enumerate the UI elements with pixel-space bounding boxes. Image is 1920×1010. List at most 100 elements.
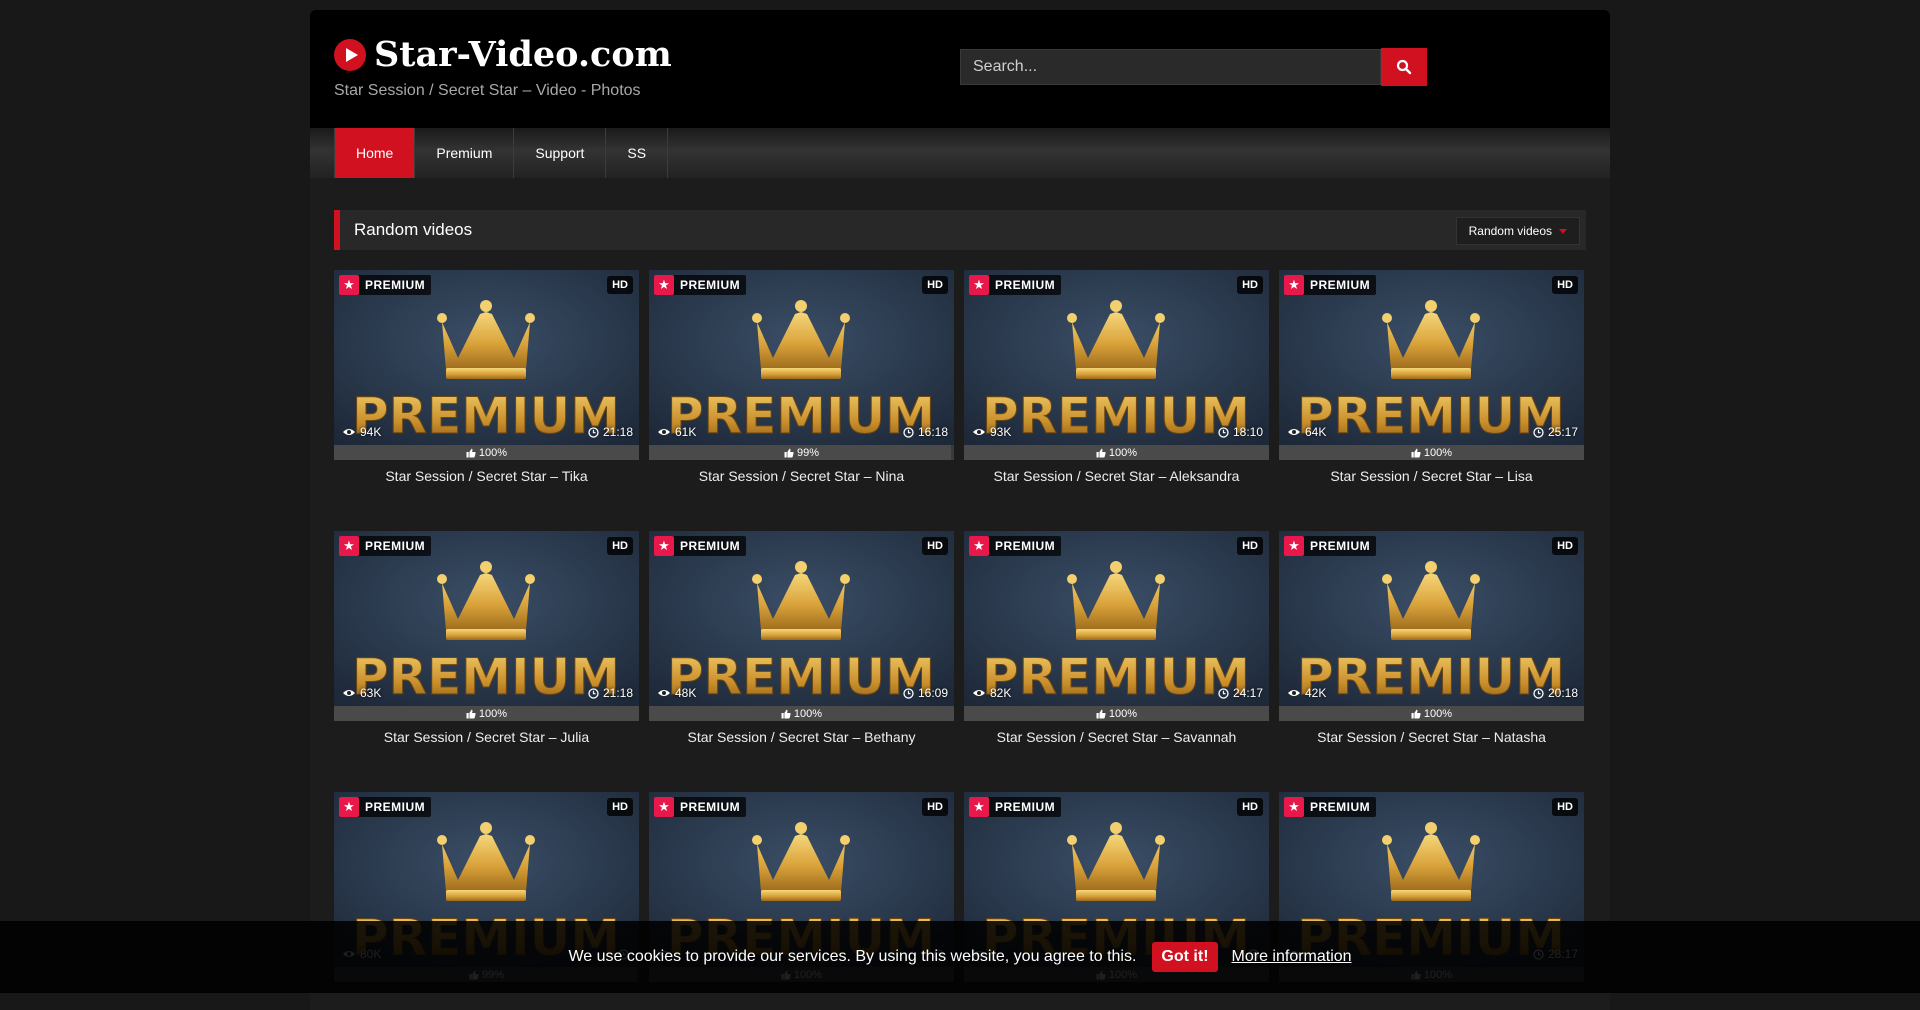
star-icon: ★ [1284, 536, 1304, 556]
video-thumbnail[interactable]: PREMIUM ★ PREMIUM HD 93K 18:10 [964, 270, 1269, 445]
star-icon: ★ [339, 536, 359, 556]
premium-badge: ★ PREMIUM [339, 797, 432, 817]
video-title[interactable]: Star Session / Secret Star – Tika [334, 468, 639, 484]
clock-icon [588, 687, 599, 699]
video-title[interactable]: Star Session / Secret Star – Savannah [964, 729, 1269, 745]
video-duration: 21:18 [588, 424, 633, 440]
thumbnail-text: PREMIUM [1297, 648, 1565, 706]
header: Star-Video.com Star Session / Secret Sta… [310, 10, 1610, 128]
video-card[interactable]: PREMIUM ★ PREMIUM HD 64K 25:17 100% Star… [1279, 270, 1584, 484]
thumbnail-image: PREMIUM [649, 531, 954, 706]
premium-label: PREMIUM [1310, 800, 1371, 814]
video-thumbnail[interactable]: PREMIUM ★ PREMIUM HD 48K 16:09 [649, 531, 954, 706]
view-count-value: 42K [1305, 686, 1327, 700]
rating: 100% [1096, 447, 1137, 459]
filter-dropdown[interactable]: Random videos [1455, 217, 1580, 245]
rating: 100% [781, 708, 822, 720]
video-card[interactable]: PREMIUM ★ PREMIUM HD 42K 20:18 100% Star… [1279, 531, 1584, 745]
view-count: 63K [342, 685, 381, 701]
site-logo[interactable]: Star-Video.com [334, 34, 672, 75]
hd-badge: HD [607, 537, 633, 555]
video-thumbnail[interactable]: PREMIUM ★ PREMIUM HD 94K 21:18 [334, 270, 639, 445]
cookie-more-info-link[interactable]: More information [1232, 948, 1352, 966]
video-title[interactable]: Star Session / Secret Star – Nina [649, 468, 954, 484]
play-circle-icon [334, 38, 366, 71]
premium-label: PREMIUM [1310, 539, 1371, 553]
video-title[interactable]: Star Session / Secret Star – Natasha [1279, 729, 1584, 745]
video-card[interactable]: PREMIUM ★ PREMIUM HD 82K 24:17 100% Star… [964, 531, 1269, 745]
hd-badge: HD [922, 537, 948, 555]
video-thumbnail[interactable]: PREMIUM ★ PREMIUM HD 63K 21:18 [334, 531, 639, 706]
rating: 99% [784, 447, 819, 459]
thumbnail-text: PREMIUM [352, 387, 620, 445]
eye-icon [1288, 690, 1300, 696]
hd-badge: HD [1552, 798, 1578, 816]
nav-item-premium[interactable]: Premium [415, 128, 515, 178]
rating-value: 100% [1423, 707, 1453, 720]
video-thumbnail[interactable]: PREMIUM ★ PREMIUM HD 42K 20:18 [1279, 531, 1584, 706]
premium-badge: ★ PREMIUM [654, 536, 747, 556]
star-icon: ★ [969, 797, 989, 817]
video-title[interactable]: Star Session / Secret Star – Bethany [649, 729, 954, 745]
nav-item-ss[interactable]: SS [606, 128, 669, 178]
view-count: 82K [972, 685, 1011, 701]
nav-item-home[interactable]: Home [335, 128, 416, 178]
duration-value: 18:10 [1232, 425, 1263, 439]
clock-icon [1533, 426, 1544, 438]
caret-down-icon [1559, 228, 1567, 234]
premium-badge: ★ PREMIUM [339, 275, 432, 295]
premium-badge: ★ PREMIUM [339, 536, 432, 556]
premium-badge: ★ PREMIUM [969, 797, 1062, 817]
video-card[interactable]: PREMIUM ★ PREMIUM HD 93K 18:10 100% Star… [964, 270, 1269, 484]
search-input[interactable] [960, 49, 1381, 85]
premium-badge: ★ PREMIUM [1284, 536, 1377, 556]
video-title[interactable]: Star Session / Secret Star – Aleksandra [964, 468, 1269, 484]
rating-bar: 100% [334, 706, 639, 721]
star-icon: ★ [654, 275, 674, 295]
video-thumbnail[interactable]: PREMIUM ★ PREMIUM HD 61K 16:18 [649, 270, 954, 445]
premium-label: PREMIUM [365, 278, 426, 292]
video-card[interactable]: PREMIUM ★ PREMIUM HD 63K 21:18 100% Star… [334, 531, 639, 745]
thumbnail-image: PREMIUM [964, 270, 1269, 445]
thumbnail-image: PREMIUM [649, 270, 954, 445]
video-thumbnail[interactable]: PREMIUM ★ PREMIUM HD 82K 24:17 [964, 531, 1269, 706]
premium-label: PREMIUM [680, 800, 741, 814]
hd-badge: HD [1237, 798, 1263, 816]
hd-badge: HD [922, 276, 948, 294]
thumbs-up-icon [1096, 709, 1106, 718]
thumbs-up-icon [781, 709, 791, 718]
star-icon: ★ [969, 536, 989, 556]
premium-label: PREMIUM [365, 539, 426, 553]
premium-label: PREMIUM [680, 539, 741, 553]
video-duration: 16:09 [903, 685, 948, 701]
video-title[interactable]: Star Session / Secret Star – Julia [334, 729, 639, 745]
thumbnail-text: PREMIUM [352, 648, 620, 706]
video-duration: 25:17 [1533, 424, 1578, 440]
video-title[interactable]: Star Session / Secret Star – Lisa [1279, 468, 1584, 484]
premium-label: PREMIUM [995, 278, 1056, 292]
duration-value: 21:18 [602, 686, 633, 700]
view-count: 94K [342, 424, 381, 440]
nav-item-support[interactable]: Support [514, 128, 607, 178]
video-card[interactable]: PREMIUM ★ PREMIUM HD 61K 16:18 99% Star … [649, 270, 954, 484]
clock-icon [903, 426, 914, 438]
clock-icon [903, 687, 914, 699]
duration-value: 24:17 [1232, 686, 1263, 700]
rating: 100% [466, 708, 507, 720]
view-count-value: 94K [360, 425, 382, 439]
cookie-accept-button[interactable]: Got it! [1152, 942, 1218, 972]
premium-badge: ★ PREMIUM [1284, 275, 1377, 295]
eye-icon [973, 690, 985, 696]
video-thumbnail[interactable]: PREMIUM ★ PREMIUM HD 64K 25:17 [1279, 270, 1584, 445]
video-card[interactable]: PREMIUM ★ PREMIUM HD 94K 21:18 100% Star… [334, 270, 639, 484]
video-card[interactable]: PREMIUM ★ PREMIUM HD 48K 16:09 100% Star… [649, 531, 954, 745]
thumbnail-image: PREMIUM [334, 531, 639, 706]
hd-badge: HD [1552, 276, 1578, 294]
view-count-value: 64K [1305, 425, 1327, 439]
clock-icon [1533, 687, 1544, 699]
search-button[interactable] [1381, 48, 1427, 86]
view-count: 42K [1287, 685, 1326, 701]
rating-bar: 100% [649, 706, 954, 721]
hd-badge: HD [607, 276, 633, 294]
view-count-value: 63K [360, 686, 382, 700]
